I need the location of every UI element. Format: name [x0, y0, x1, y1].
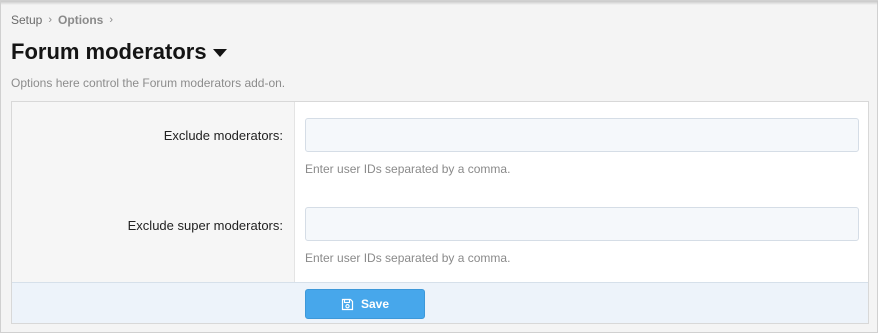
- breadcrumb-separator-icon: ›: [48, 14, 53, 26]
- exclude-super-moderators-hint: Enter user IDs separated by a comma.: [305, 251, 511, 265]
- save-button-label: Save: [360, 297, 390, 311]
- form-footer: Save: [12, 282, 868, 323]
- caret-down-icon[interactable]: [212, 49, 227, 57]
- exclude-super-moderators-input[interactable]: [305, 207, 859, 241]
- exclude-moderators-label: Exclude moderators:: [163, 128, 283, 143]
- exclude-super-moderators-label: Exclude super moderators:: [127, 218, 283, 233]
- page-frame: Setup › Options › Forum moderators Optio…: [0, 0, 878, 333]
- breadcrumb: Setup › Options ›: [11, 13, 113, 27]
- floppy-disk-icon: [341, 298, 354, 311]
- title-row[interactable]: Forum moderators: [11, 39, 227, 65]
- top-shadow: [1, 1, 878, 5]
- save-button[interactable]: Save: [305, 289, 425, 319]
- breadcrumb-item-setup[interactable]: Setup: [11, 13, 42, 27]
- breadcrumb-item-options[interactable]: Options: [58, 13, 103, 27]
- breadcrumb-separator-icon: ›: [109, 14, 114, 26]
- options-form: Exclude moderators: Enter user IDs separ…: [11, 101, 869, 324]
- page-title: Forum moderators: [11, 39, 207, 64]
- page-description: Options here control the Forum moderator…: [11, 76, 286, 90]
- exclude-moderators-input[interactable]: [305, 118, 859, 152]
- exclude-moderators-hint: Enter user IDs separated by a comma.: [305, 162, 511, 176]
